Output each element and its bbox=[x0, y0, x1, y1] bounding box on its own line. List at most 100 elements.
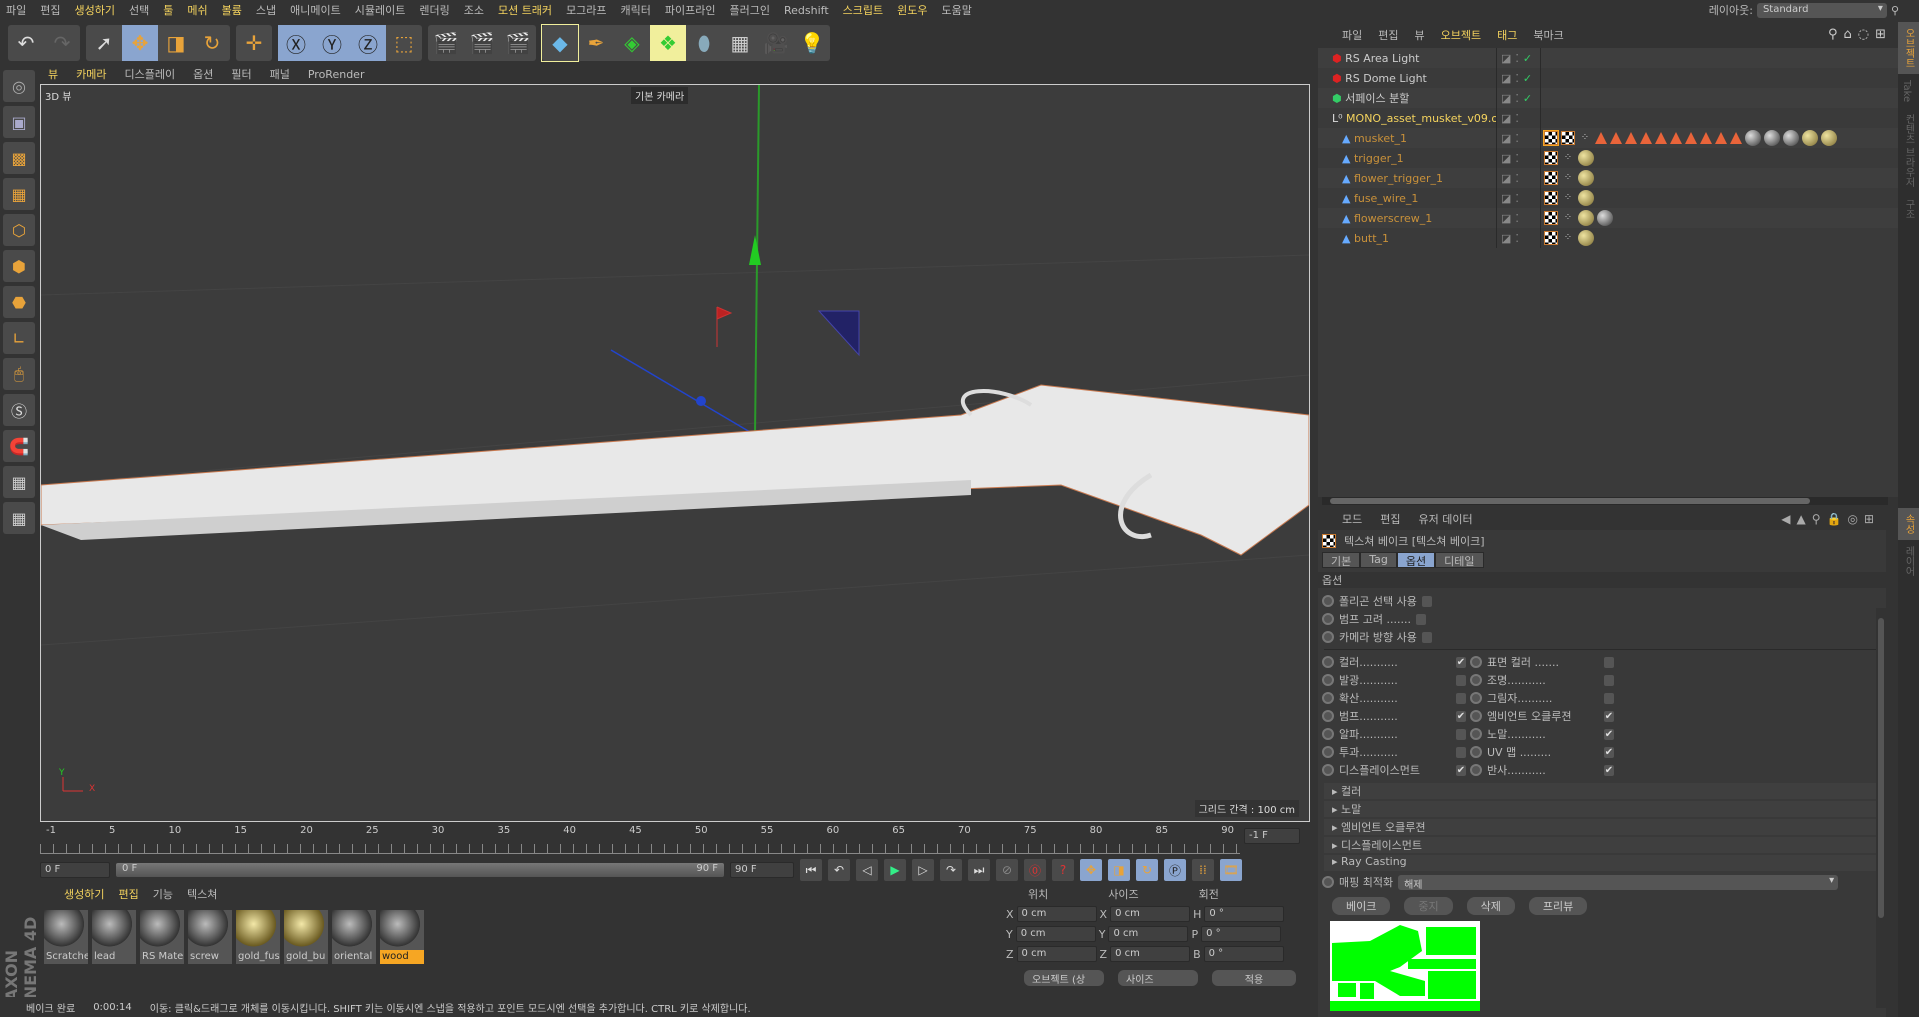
coord-field[interactable]: 0 cm bbox=[1110, 906, 1191, 922]
object-row[interactable]: ⬢ RS Dome Light ◪ ⁚ ✓ bbox=[1318, 68, 1898, 88]
key-scale-icon[interactable]: ◨ bbox=[1108, 859, 1130, 881]
visibility-toggle-icon[interactable]: ◪ bbox=[1501, 192, 1511, 205]
selection-tag-icon[interactable] bbox=[1685, 132, 1697, 144]
object-name[interactable]: MONO_asset_musket_v09.obj bbox=[1346, 112, 1496, 125]
material-tag-icon[interactable] bbox=[1578, 210, 1594, 226]
render-view-icon[interactable]: 🎬 bbox=[428, 25, 464, 61]
option-checkbox[interactable] bbox=[1456, 692, 1466, 704]
attribute-scrollbar[interactable] bbox=[1876, 608, 1886, 1008]
material-tag-icon[interactable] bbox=[1802, 130, 1818, 146]
pen-icon[interactable]: ✒ bbox=[578, 25, 614, 61]
x-axis-icon[interactable]: Ⓧ bbox=[278, 25, 314, 61]
selection-tag-icon[interactable] bbox=[1640, 132, 1652, 144]
redo-icon[interactable]: ↷ bbox=[44, 25, 80, 61]
collapsed-section[interactable]: ▸ 엠비언트 오클루젼 bbox=[1324, 819, 1880, 835]
selection-tag-icon[interactable] bbox=[1700, 132, 1712, 144]
play-icon[interactable]: ▶ bbox=[884, 859, 906, 881]
visibility-toggle-icon[interactable]: ◪ bbox=[1501, 172, 1511, 185]
animate-radio[interactable] bbox=[1470, 728, 1482, 740]
model-mode-icon[interactable]: ▣ bbox=[3, 106, 35, 138]
animate-radio[interactable] bbox=[1470, 692, 1482, 704]
undo-icon[interactable]: ↶ bbox=[8, 25, 44, 61]
material-menu-item[interactable]: 기능 bbox=[153, 886, 173, 902]
material-swatch[interactable]: RS Mate bbox=[140, 910, 184, 964]
collapsed-section[interactable]: ▸ Ray Casting bbox=[1324, 855, 1880, 871]
material-tag-icon[interactable] bbox=[1821, 130, 1837, 146]
option-checkbox[interactable]: ✔ bbox=[1604, 764, 1614, 776]
phong-tag-icon[interactable]: ⁘ bbox=[1561, 151, 1575, 165]
viewport-menu-item[interactable]: 필터 bbox=[231, 66, 251, 82]
coord-field[interactable]: 0 cm bbox=[1108, 926, 1189, 942]
coord-mode-dropdown[interactable]: 오브젝트 (상 bbox=[1024, 970, 1104, 986]
deformer-icon[interactable]: ⬮ bbox=[686, 25, 722, 61]
object-row[interactable]: ▲ musket_1 ◪ ⁚ ⁘ bbox=[1318, 128, 1898, 148]
uvw-tag-icon[interactable] bbox=[1561, 131, 1575, 145]
animate-radio[interactable] bbox=[1322, 710, 1334, 722]
object-row[interactable]: ▲ flowerscrew_1 ◪ ⁚ ⁘ bbox=[1318, 208, 1898, 228]
option-checkbox[interactable] bbox=[1604, 674, 1614, 686]
object-manager-hscrollbar[interactable] bbox=[1322, 497, 1888, 505]
visibility-toggle-icon[interactable]: ◪ bbox=[1501, 232, 1511, 245]
visibility-toggle-icon[interactable]: ◪ bbox=[1501, 212, 1511, 225]
collapsed-section[interactable]: ▸ 컬러 bbox=[1324, 783, 1880, 799]
attribute-menu-item[interactable]: 모드 bbox=[1342, 511, 1362, 527]
cube-icon[interactable]: ◆ bbox=[541, 24, 579, 62]
option-checkbox[interactable]: ✔ bbox=[1456, 656, 1466, 668]
menu-item[interactable]: 편집 bbox=[40, 2, 60, 18]
menu-item[interactable]: 메쉬 bbox=[187, 2, 207, 18]
object-manager-tools[interactable]: ⚲⌂◌⊞ bbox=[1828, 27, 1892, 42]
right-tab[interactable]: 구조 bbox=[1898, 193, 1919, 225]
mapping-radio[interactable] bbox=[1322, 876, 1334, 888]
object-name[interactable]: trigger_1 bbox=[1354, 152, 1404, 165]
viewport-menu-item[interactable]: 패널 bbox=[270, 66, 290, 82]
material-menu-item[interactable]: 편집 bbox=[118, 886, 138, 902]
coord-field[interactable]: 0 cm bbox=[1016, 946, 1097, 962]
visibility-toggle-icon[interactable]: ◪ bbox=[1501, 112, 1511, 125]
material-swatch[interactable]: oriental bbox=[332, 910, 376, 964]
phong-tag-icon[interactable]: ⁘ bbox=[1561, 231, 1575, 245]
menu-item[interactable]: 스냅 bbox=[256, 2, 276, 18]
menu-item[interactable]: 도움말 bbox=[942, 2, 972, 18]
viewport-menu-item[interactable]: ProRender bbox=[308, 68, 365, 81]
menu-item[interactable]: 윈도우 bbox=[897, 2, 927, 18]
object-row[interactable]: ▲ fuse_wire_1 ◪ ⁚ ⁘ bbox=[1318, 188, 1898, 208]
object-row[interactable]: L⁰ MONO_asset_musket_v09.obj ◪ ⁚ bbox=[1318, 108, 1898, 128]
z-axis-icon[interactable]: Ⓩ bbox=[350, 25, 386, 61]
light-icon[interactable]: 💡 bbox=[794, 25, 830, 61]
animate-radio[interactable] bbox=[1322, 674, 1334, 686]
render-dots-icon[interactable]: ⁚ bbox=[1515, 112, 1519, 125]
menu-item[interactable]: 시뮬레이트 bbox=[355, 2, 406, 18]
axis-mode-icon[interactable]: ∟ bbox=[3, 322, 35, 354]
material-tag-icon[interactable] bbox=[1578, 230, 1594, 246]
collapsed-section[interactable]: ▸ 노말 bbox=[1324, 801, 1880, 817]
coord-field[interactable]: 0 cm bbox=[1015, 926, 1096, 942]
object-row[interactable]: ⬢ 서페이스 분할 ◪ ⁚ ✓ bbox=[1318, 88, 1898, 108]
coord-field[interactable]: 0 ° bbox=[1204, 906, 1285, 922]
render-dots-icon[interactable]: ⁚ bbox=[1515, 92, 1519, 105]
key-parameter-icon[interactable]: Ⓟ bbox=[1164, 859, 1186, 881]
attribute-tab[interactable]: 기본 bbox=[1322, 552, 1361, 568]
size-mode-dropdown[interactable]: 사이즈 bbox=[1118, 970, 1198, 986]
attribute-menu-item[interactable]: 편집 bbox=[1380, 511, 1400, 527]
option-checkbox[interactable]: ✔ bbox=[1604, 728, 1614, 740]
menu-item[interactable]: 애니메이트 bbox=[290, 2, 341, 18]
selection-tag-icon[interactable] bbox=[1625, 132, 1637, 144]
render-dots-icon[interactable]: ⁚ bbox=[1515, 192, 1519, 205]
planar-workplane-icon[interactable]: ▦ bbox=[3, 502, 35, 534]
render-settings-icon[interactable]: 🎬 bbox=[500, 25, 536, 61]
search-icon[interactable]: ⚲ bbox=[1891, 4, 1899, 17]
render-dots-icon[interactable]: ⁚ bbox=[1515, 152, 1519, 165]
select-tool-icon[interactable]: ➚ bbox=[86, 25, 122, 61]
key-rotation-icon[interactable]: ↻ bbox=[1136, 859, 1158, 881]
object-name[interactable]: RS Dome Light bbox=[1345, 72, 1427, 85]
snap-icon[interactable]: 🧲 bbox=[3, 430, 35, 462]
option-checkbox[interactable] bbox=[1456, 728, 1466, 740]
selection-tag-icon[interactable] bbox=[1655, 132, 1667, 144]
frame-range-slider[interactable]: 0 F 90 F bbox=[116, 863, 724, 877]
object-row[interactable]: ▲ butt_1 ◪ ⁚ ⁘ bbox=[1318, 228, 1898, 248]
object-name[interactable]: fuse_wire_1 bbox=[1354, 192, 1418, 205]
option-checkbox[interactable] bbox=[1604, 656, 1614, 668]
polygons-mode-icon[interactable]: ⬣ bbox=[3, 286, 35, 318]
start-frame-field[interactable]: 0 F bbox=[40, 862, 110, 878]
visibility-toggle-icon[interactable]: ◪ bbox=[1501, 72, 1511, 85]
